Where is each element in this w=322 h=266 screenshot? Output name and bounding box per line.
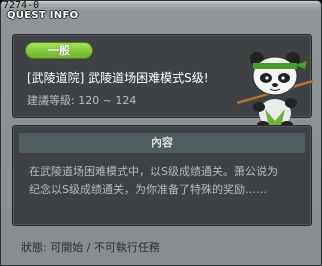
quest-status: 狀態: 可開始 / 不可執行任務 [21, 239, 160, 255]
status-value: 可開始 / 不可執行任務 [50, 241, 160, 254]
panda-npc-icon [236, 52, 314, 129]
content-header: 內容 [19, 133, 305, 153]
quest-name: [武陵道院] 武陵道场困难模式S级! [27, 71, 209, 85]
status-label: 狀態: [21, 241, 47, 254]
quest-summary-panel: 一般 [武陵道院] 武陵道场困难模式S级! 建議等級: 120 ~ 124 [12, 34, 314, 129]
description-line: 纪念以S级成绩通关，为你准备了特殊的奖励…… [29, 183, 267, 196]
quest-category-tag: 一般 [25, 42, 93, 59]
level-range: 120 ~ 124 [78, 94, 137, 107]
description-line: 在武陵道场困难模式中，以S级成绩通关。萧公说为 [29, 165, 278, 178]
quest-description: 在武陵道场困难模式中，以S级成绩通关。萧公说为 纪念以S级成绩通关，为你准备了特… [29, 163, 301, 199]
quest-content-panel: 內容 在武陵道场困难模式中，以S级成绩通关。萧公说为 纪念以S级成绩通关，为你准… [12, 125, 312, 226]
window-title: QUEST INFO [7, 10, 79, 21]
quest-level: 建議等級: 120 ~ 124 [27, 92, 136, 108]
level-label: 建議等級: [27, 94, 75, 107]
quest-info-window: 7274-0 QUEST INFO 一般 [武陵道院] 武陵道场困难模式S级! … [0, 0, 322, 266]
